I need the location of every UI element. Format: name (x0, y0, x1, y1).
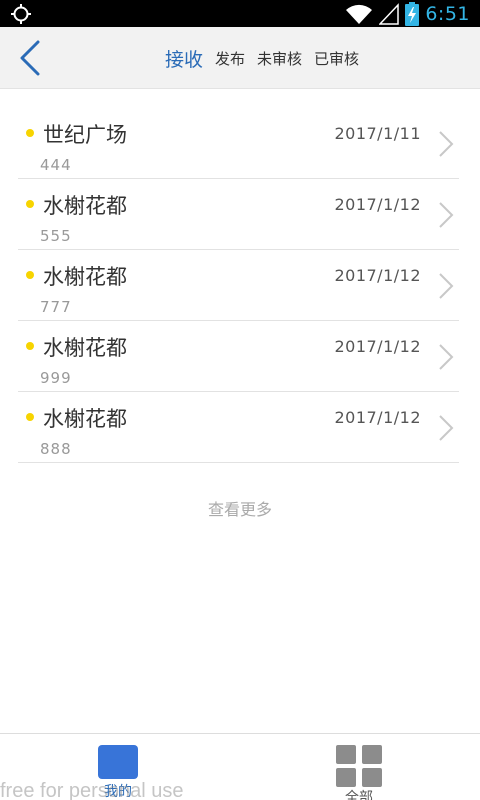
list-item-date: 2017/1/12 (334, 408, 421, 427)
tab-unreviewed[interactable]: 未审核 (257, 48, 302, 69)
status-icons: 6:51 (345, 0, 470, 27)
unread-dot (26, 413, 34, 421)
list-item-subtitle: 888 (40, 440, 72, 458)
list-item-date: 2017/1/11 (334, 124, 421, 143)
chevron-right-icon (439, 273, 454, 299)
tab-published[interactable]: 发布 (215, 48, 245, 69)
load-more-button[interactable]: 查看更多 (0, 496, 480, 520)
battery-charging-icon (405, 1, 420, 26)
tab-reviewed[interactable]: 已审核 (314, 48, 359, 69)
status-time: 6:51 (425, 2, 470, 25)
chevron-right-icon (439, 344, 454, 370)
list-item-title: 水榭花都 (43, 336, 127, 360)
unread-dot (26, 271, 34, 279)
grid-icon (336, 745, 382, 787)
watermark-text: free for personal use (0, 780, 184, 800)
list-item-title: 水榭花都 (43, 407, 127, 431)
list-item-date: 2017/1/12 (334, 337, 421, 356)
message-list: 世纪广场 2017/1/11 444 水榭花都 2017/1/12 555 水榭… (18, 108, 459, 463)
list-item[interactable]: 世纪广场 2017/1/11 444 (18, 108, 459, 179)
list-item[interactable]: 水榭花都 2017/1/12 999 (18, 321, 459, 392)
list-item[interactable]: 水榭花都 2017/1/12 888 (18, 392, 459, 463)
header: 接收 发布 未审核 已审核 (0, 27, 480, 89)
status-bar: 6:51 (0, 0, 480, 27)
list-item[interactable]: 水榭花都 2017/1/12 777 (18, 250, 459, 321)
list-item-date: 2017/1/12 (334, 195, 421, 214)
chevron-right-icon (439, 131, 454, 157)
nav-item-all[interactable]: 全部 (299, 734, 419, 800)
nav-item-label: 全部 (345, 790, 373, 800)
chevron-left-icon (20, 40, 40, 76)
list-item-subtitle: 555 (40, 227, 72, 245)
unread-dot (26, 129, 34, 137)
chevron-right-icon (439, 415, 454, 441)
list-item-title: 世纪广场 (43, 123, 127, 147)
gps-icon (11, 4, 31, 24)
square-icon (98, 745, 138, 779)
tab-received[interactable]: 接收 (165, 45, 203, 72)
list-item-title: 水榭花都 (43, 194, 127, 218)
chevron-right-icon (439, 202, 454, 228)
list-item-date: 2017/1/12 (334, 266, 421, 285)
list-item[interactable]: 水榭花都 2017/1/12 555 (18, 179, 459, 250)
list-item-title: 水榭花都 (43, 265, 127, 289)
wifi-icon (346, 4, 373, 24)
list-item-subtitle: 444 (40, 156, 72, 174)
list-item-subtitle: 777 (40, 298, 72, 316)
tab-bar: 接收 发布 未审核 已审核 (165, 27, 359, 89)
unread-dot (26, 200, 34, 208)
list-item-subtitle: 999 (40, 369, 72, 387)
back-button[interactable] (10, 37, 50, 79)
signal-icon (379, 2, 400, 25)
unread-dot (26, 342, 34, 350)
